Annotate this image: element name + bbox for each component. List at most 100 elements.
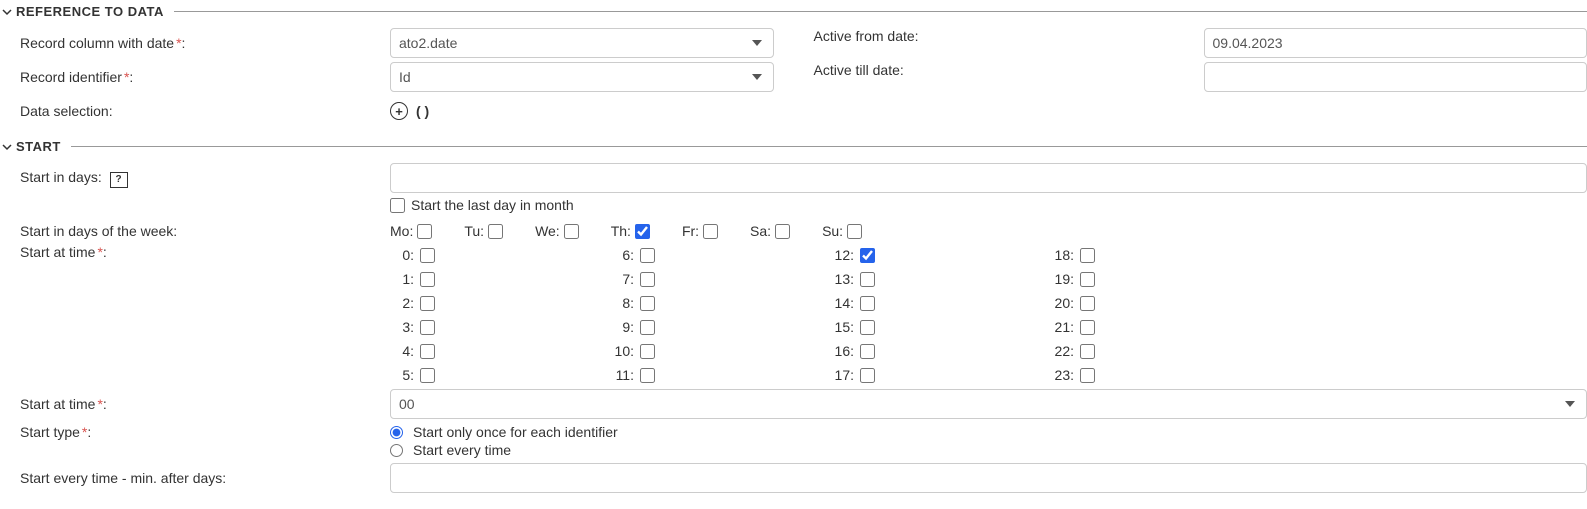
- hour-checkbox[interactable]: [860, 320, 875, 335]
- weekday-item[interactable]: Th:: [611, 223, 650, 239]
- hour-checkbox[interactable]: [860, 272, 875, 287]
- label-start-in-days: Start in days: ?: [0, 169, 390, 188]
- weekday-item[interactable]: Sa:: [750, 223, 790, 239]
- hour-checkbox[interactable]: [860, 344, 875, 359]
- active-from-input[interactable]: [1204, 28, 1587, 58]
- hour-checkbox[interactable]: [1080, 368, 1095, 383]
- hour-checkbox[interactable]: [1080, 248, 1095, 263]
- start-type-radio[interactable]: [390, 426, 403, 439]
- hour-item[interactable]: 13:: [830, 268, 1050, 290]
- hour-checkbox[interactable]: [1080, 320, 1095, 335]
- weekday-checkbox[interactable]: [635, 224, 650, 239]
- hour-checkbox[interactable]: [1080, 344, 1095, 359]
- hour-checkbox[interactable]: [860, 368, 875, 383]
- hour-label: 21:: [1050, 319, 1074, 335]
- hour-label: 5:: [390, 367, 414, 383]
- weekday-item[interactable]: Mo:: [390, 223, 432, 239]
- help-icon[interactable]: ?: [110, 172, 128, 188]
- start-type-option[interactable]: Start every time: [390, 442, 1587, 458]
- hour-item[interactable]: 23:: [1050, 364, 1270, 386]
- record-identifier-select[interactable]: [390, 62, 774, 92]
- start-type-option[interactable]: Start only once for each identifier: [390, 424, 1587, 440]
- hour-label: 4:: [390, 343, 414, 359]
- hour-checkbox[interactable]: [640, 344, 655, 359]
- start-every-time-input[interactable]: [390, 463, 1587, 493]
- weekday-checkbox[interactable]: [564, 224, 579, 239]
- data-selection-value: ( ): [416, 103, 429, 119]
- hour-label: 20:: [1050, 295, 1074, 311]
- hour-item[interactable]: 0:: [390, 244, 610, 266]
- hour-checkbox[interactable]: [640, 320, 655, 335]
- last-day-checkbox[interactable]: [390, 198, 405, 213]
- hour-label: 1:: [390, 271, 414, 287]
- label-start-at-time-select: Start at time*:: [0, 396, 390, 412]
- hour-item[interactable]: 9:: [610, 316, 830, 338]
- hour-item[interactable]: 15:: [830, 316, 1050, 338]
- label-active-till: Active till date:: [804, 62, 1174, 92]
- hour-checkbox[interactable]: [420, 248, 435, 263]
- hour-checkbox[interactable]: [420, 272, 435, 287]
- weekday-checkbox[interactable]: [488, 224, 503, 239]
- hour-item[interactable]: 1:: [390, 268, 610, 290]
- weekday-item[interactable]: Su:: [822, 223, 862, 239]
- hour-item[interactable]: 4:: [390, 340, 610, 362]
- hour-item[interactable]: 2:: [390, 292, 610, 314]
- hour-item[interactable]: 7:: [610, 268, 830, 290]
- hour-item[interactable]: 18:: [1050, 244, 1270, 266]
- hour-checkbox[interactable]: [1080, 296, 1095, 311]
- weekday-item[interactable]: Fr:: [682, 223, 718, 239]
- hour-item[interactable]: 22:: [1050, 340, 1270, 362]
- start-at-time-select[interactable]: [390, 389, 1587, 419]
- start-in-days-input[interactable]: [390, 163, 1587, 193]
- active-till-input[interactable]: [1204, 62, 1587, 92]
- hour-label: 10:: [610, 343, 634, 359]
- hour-checkbox[interactable]: [860, 248, 875, 263]
- hour-item[interactable]: 11:: [610, 364, 830, 386]
- hour-checkbox[interactable]: [640, 248, 655, 263]
- last-day-checkbox-row[interactable]: Start the last day in month: [390, 197, 574, 213]
- hour-checkbox[interactable]: [640, 272, 655, 287]
- hour-item[interactable]: 6:: [610, 244, 830, 266]
- hour-item[interactable]: 8:: [610, 292, 830, 314]
- hour-checkbox[interactable]: [1080, 272, 1095, 287]
- hour-item[interactable]: 10:: [610, 340, 830, 362]
- add-icon[interactable]: +: [390, 102, 408, 120]
- hour-checkbox[interactable]: [420, 320, 435, 335]
- label-active-from: Active from date:: [804, 28, 1174, 58]
- hour-label: 22:: [1050, 343, 1074, 359]
- hour-item[interactable]: 12:: [830, 244, 1050, 266]
- record-column-select[interactable]: [390, 28, 774, 58]
- weekday-label: Th:: [611, 223, 631, 239]
- weekday-checkbox[interactable]: [775, 224, 790, 239]
- weekday-label: Mo:: [390, 223, 413, 239]
- hour-checkbox[interactable]: [860, 296, 875, 311]
- hour-checkbox[interactable]: [640, 296, 655, 311]
- hour-label: 17:: [830, 367, 854, 383]
- hour-item[interactable]: 17:: [830, 364, 1050, 386]
- hour-checkbox[interactable]: [420, 296, 435, 311]
- section-title: START: [16, 139, 71, 154]
- label-start-weekdays: Start in days of the week:: [0, 223, 390, 239]
- section-header-start[interactable]: START: [0, 139, 1587, 154]
- label-record-column: Record column with date*:: [0, 35, 390, 51]
- hour-item[interactable]: 14:: [830, 292, 1050, 314]
- section-header-reference[interactable]: REFERENCE TO DATA: [0, 4, 1587, 19]
- hour-checkbox[interactable]: [420, 344, 435, 359]
- hour-item[interactable]: 21:: [1050, 316, 1270, 338]
- hour-item[interactable]: 3:: [390, 316, 610, 338]
- hour-label: 16:: [830, 343, 854, 359]
- weekday-item[interactable]: We:: [535, 223, 579, 239]
- hour-item[interactable]: 19:: [1050, 268, 1270, 290]
- weekday-checkbox[interactable]: [847, 224, 862, 239]
- start-type-radio[interactable]: [390, 444, 403, 457]
- hour-checkbox[interactable]: [640, 368, 655, 383]
- weekday-checkbox[interactable]: [417, 224, 432, 239]
- hour-item[interactable]: 5:: [390, 364, 610, 386]
- weekday-item[interactable]: Tu:: [464, 223, 503, 239]
- hour-item[interactable]: 16:: [830, 340, 1050, 362]
- weekday-checkbox[interactable]: [703, 224, 718, 239]
- hour-checkbox[interactable]: [420, 368, 435, 383]
- label-data-selection: Data selection:: [0, 103, 390, 119]
- hour-item[interactable]: 20:: [1050, 292, 1270, 314]
- weekday-label: Fr:: [682, 223, 699, 239]
